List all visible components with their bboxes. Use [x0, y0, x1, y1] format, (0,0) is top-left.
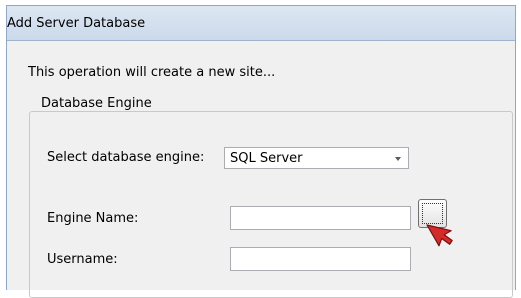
title-bar: Add Server Database	[7, 6, 515, 41]
select-engine-label: Select database engine:	[47, 150, 205, 165]
chevron-down-icon	[395, 157, 401, 161]
username-label: Username:	[47, 252, 118, 267]
intro-text: This operation will create a new site...	[28, 65, 276, 80]
window-title: Add Server Database	[7, 16, 146, 31]
database-engine-select[interactable]: SQL Server	[224, 147, 409, 169]
engine-name-input[interactable]	[230, 206, 411, 230]
engine-name-label: Engine Name:	[47, 211, 139, 226]
select-value: SQL Server	[230, 151, 303, 166]
group-label: Database Engine	[38, 96, 155, 111]
username-input[interactable]	[230, 247, 411, 271]
mouse-pointer-icon	[426, 224, 453, 247]
